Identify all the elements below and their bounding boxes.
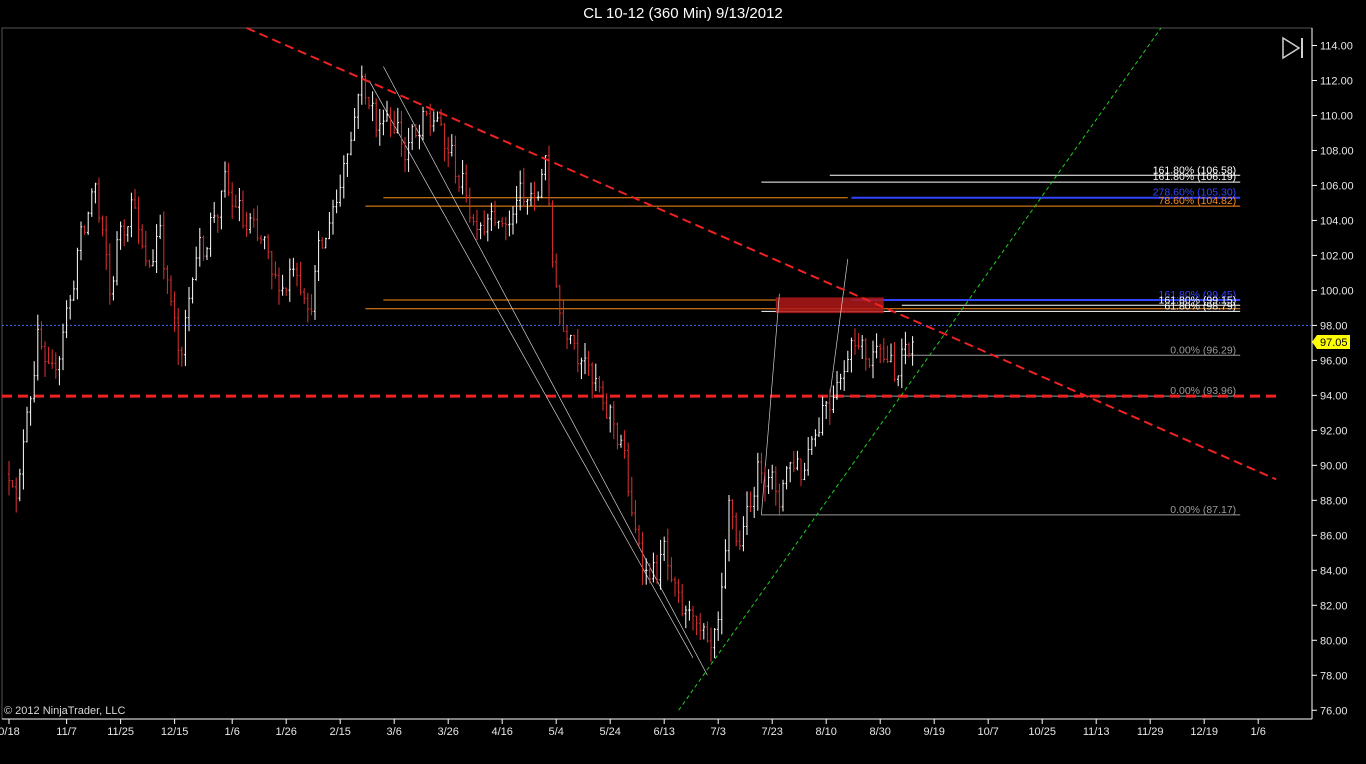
y-tick-label: 76.00 <box>1320 705 1348 717</box>
x-tick-label: 4/16 <box>491 726 512 738</box>
x-axis: 0/18 11/7 11/25 12/15 1/6 1/26 2/15 3/6 3/26 4/16… <box>0 719 1266 738</box>
price-bars <box>7 65 914 663</box>
copyright-text: © 2012 NinjaTrader, LLC <box>4 705 126 717</box>
y-tick-label: 104.00 <box>1320 215 1354 227</box>
y-tick-label: 80.00 <box>1320 635 1348 647</box>
x-tick-label: 11/7 <box>56 726 77 738</box>
swing-line <box>829 258 849 397</box>
x-tick-label: 5/24 <box>599 726 620 738</box>
y-tick-label: 94.00 <box>1320 390 1348 402</box>
plot-frame <box>1 27 1313 720</box>
last-price-marker: 97.05 <box>1312 335 1350 350</box>
down-trend <box>246 27 1277 481</box>
x-tick-label: 11/25 <box>107 726 134 738</box>
x-tick-label: 8/30 <box>869 726 890 738</box>
fib-label: 0.00% (87.17) <box>1170 504 1236 516</box>
x-tick-label: 11/29 <box>1137 726 1164 738</box>
fib-label: 161.80% (106.19) <box>1153 171 1236 183</box>
y-tick-label: 100.00 <box>1320 285 1354 297</box>
play-end-button[interactable] <box>1281 36 1307 60</box>
x-tick-label: 3/26 <box>437 726 458 738</box>
x-tick-label: 12/15 <box>161 726 189 738</box>
y-tick-label: 92.00 <box>1320 425 1348 437</box>
horizontal-lines <box>2 324 1312 398</box>
swing-line <box>368 80 694 658</box>
y-tick-label: 96.00 <box>1320 355 1348 367</box>
y-tick-label: 84.00 <box>1320 565 1348 577</box>
x-tick-label: 5/4 <box>549 726 564 738</box>
y-tick-label: 88.00 <box>1320 495 1348 507</box>
x-tick-label: 11/13 <box>1083 726 1110 738</box>
y-tick-label: 78.00 <box>1320 670 1348 682</box>
y-tick-label: 108.00 <box>1320 145 1354 157</box>
y-tick-label: 82.00 <box>1320 600 1348 612</box>
x-tick-label: 2/15 <box>329 726 350 738</box>
x-tick-label: 6/13 <box>653 726 674 738</box>
y-tick-label: 98.00 <box>1320 320 1348 332</box>
x-tick-label: 7/3 <box>711 726 726 738</box>
x-tick-label: 7/23 <box>761 726 782 738</box>
fib-label: 61.80% (98.79) <box>1164 300 1236 312</box>
last-price-label: 97.05 <box>1320 337 1348 349</box>
y-tick-label: 110.00 <box>1320 110 1353 122</box>
y-axis: 76.00 78.00 80.00 82.00 84.00 86.00 88.00 90.00… <box>1312 40 1354 717</box>
y-tick-label: 86.00 <box>1320 530 1348 542</box>
up-trend <box>678 27 1162 711</box>
y-tick-label: 106.00 <box>1320 180 1354 192</box>
swing-line <box>761 293 780 515</box>
fibonacci-lines <box>365 174 1241 516</box>
x-tick-label: 1/26 <box>275 726 296 738</box>
y-tick-label: 114.00 <box>1320 40 1353 52</box>
x-tick-label: 1/6 <box>225 726 240 738</box>
y-tick-label: 112.00 <box>1320 75 1353 87</box>
fib-label: 0.00% (93.96) <box>1170 385 1236 397</box>
plot-border <box>1 27 1313 720</box>
play-end-icon <box>1282 36 1303 60</box>
x-tick-label: 12/19 <box>1190 726 1218 738</box>
x-tick-label: 10/25 <box>1028 726 1056 738</box>
x-tick-label: 0/18 <box>0 726 20 738</box>
x-tick-label: 9/19 <box>923 726 944 738</box>
fibonacci-labels: 161.80% (106.58)161.80% (106.19)278.60% … <box>1153 164 1236 516</box>
x-tick-label: 8/10 <box>815 726 836 738</box>
y-tick-label: 90.00 <box>1320 460 1348 472</box>
fib-label: 0.00% (96.29) <box>1170 344 1236 356</box>
x-tick-label: 1/6 <box>1251 726 1266 738</box>
y-tick-label: 102.00 <box>1320 250 1354 262</box>
swing-lines <box>368 66 849 676</box>
price-chart[interactable]: 161.80% (106.58)161.80% (106.19)278.60% … <box>0 0 1366 764</box>
x-tick-label: 10/7 <box>977 726 998 738</box>
fib-label: 78.60% (104.82) <box>1159 195 1237 207</box>
x-tick-label: 3/6 <box>387 726 402 738</box>
